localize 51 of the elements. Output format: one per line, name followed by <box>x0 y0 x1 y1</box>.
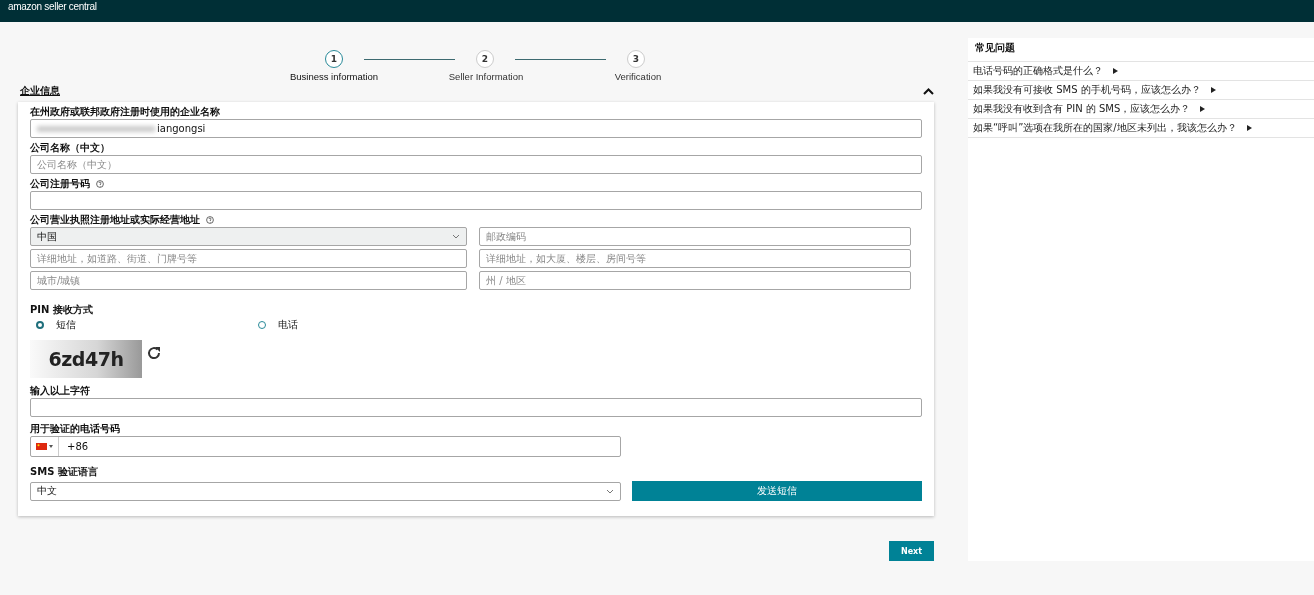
input-field[interactable]: iangongsi <box>30 119 922 138</box>
chevron-down-icon <box>452 234 460 239</box>
next-button[interactable]: Next <box>889 541 934 561</box>
field-label: 输入以上字符 <box>30 384 90 398</box>
step-label: Business information <box>288 71 380 82</box>
faq-link[interactable]: 如果我没有收到含有 PIN 的 SMS，应该怎么办？ <box>973 102 1191 116</box>
input-field[interactable] <box>30 191 922 210</box>
help-icon <box>206 216 214 224</box>
field-label: PIN 接收方式 <box>30 303 93 317</box>
input-field[interactable]: 详细地址，如大厦、楼层、房间号等 <box>479 249 911 268</box>
caret-icon <box>1113 68 1118 74</box>
caret-icon <box>1246 125 1252 131</box>
input-field[interactable] <box>30 398 922 417</box>
radio-label: 短信 <box>56 318 76 332</box>
field-label: 公司名称（中文） <box>30 141 110 155</box>
input-field[interactable]: 州 / 地区 <box>479 271 911 290</box>
flag-icon <box>36 443 47 450</box>
logo: amazon seller central <box>8 0 97 13</box>
caret-down-icon <box>49 445 53 448</box>
faq-title: 常见问题 <box>975 42 1015 53</box>
phone-field[interactable]: +86 <box>30 436 621 457</box>
step-number: 2 <box>476 50 494 68</box>
field-label: 公司营业执照注册地址或实际经营地址 <box>30 213 200 227</box>
field-label: 用于验证的电话号码 <box>30 422 120 436</box>
language-dropdown[interactable]: 中文 <box>30 481 621 501</box>
radio-label: 电话 <box>278 318 298 332</box>
field-label: SMS 验证语言 <box>30 465 98 479</box>
chevron-up-icon[interactable] <box>923 87 934 95</box>
step-number: 3 <box>627 50 645 68</box>
caret-icon <box>1200 106 1206 112</box>
input-field[interactable]: 公司名称（中文） <box>30 155 922 174</box>
chevron-down-icon <box>606 488 614 494</box>
radio-button[interactable] <box>36 321 44 329</box>
faq-link[interactable]: 如果“呼叫”选项在我所在的国家/地区未列出，我该怎么办？ <box>973 121 1237 135</box>
field-label: 公司注册号码 <box>30 177 90 191</box>
caret-icon <box>1210 87 1216 93</box>
help-icon <box>96 180 104 188</box>
step-label: Seller Information <box>447 71 525 82</box>
input-field[interactable]: 城市/城镇 <box>30 271 467 290</box>
input-field[interactable]: 详细地址，如道路、街道、门牌号等 <box>30 249 467 268</box>
country-dropdown[interactable]: 中国 <box>30 227 467 246</box>
step-number: 1 <box>325 50 343 68</box>
send-sms-button[interactable]: 发送短信 <box>632 481 922 501</box>
faq-link[interactable]: 如果我没有可接收 SMS 的手机号码，应该怎么办？ <box>973 83 1201 97</box>
section-title: 企业信息 <box>20 84 60 98</box>
refresh-icon[interactable] <box>146 345 162 361</box>
field-label: 在州政府或联邦政府注册时使用的企业名称 <box>30 105 220 119</box>
step-label: Verification <box>613 71 663 82</box>
input-field[interactable]: 邮政编码 <box>479 227 911 246</box>
captcha-image: 6zd47h <box>30 340 142 378</box>
faq-link[interactable]: 电话号码的正确格式是什么？ <box>973 64 1103 78</box>
